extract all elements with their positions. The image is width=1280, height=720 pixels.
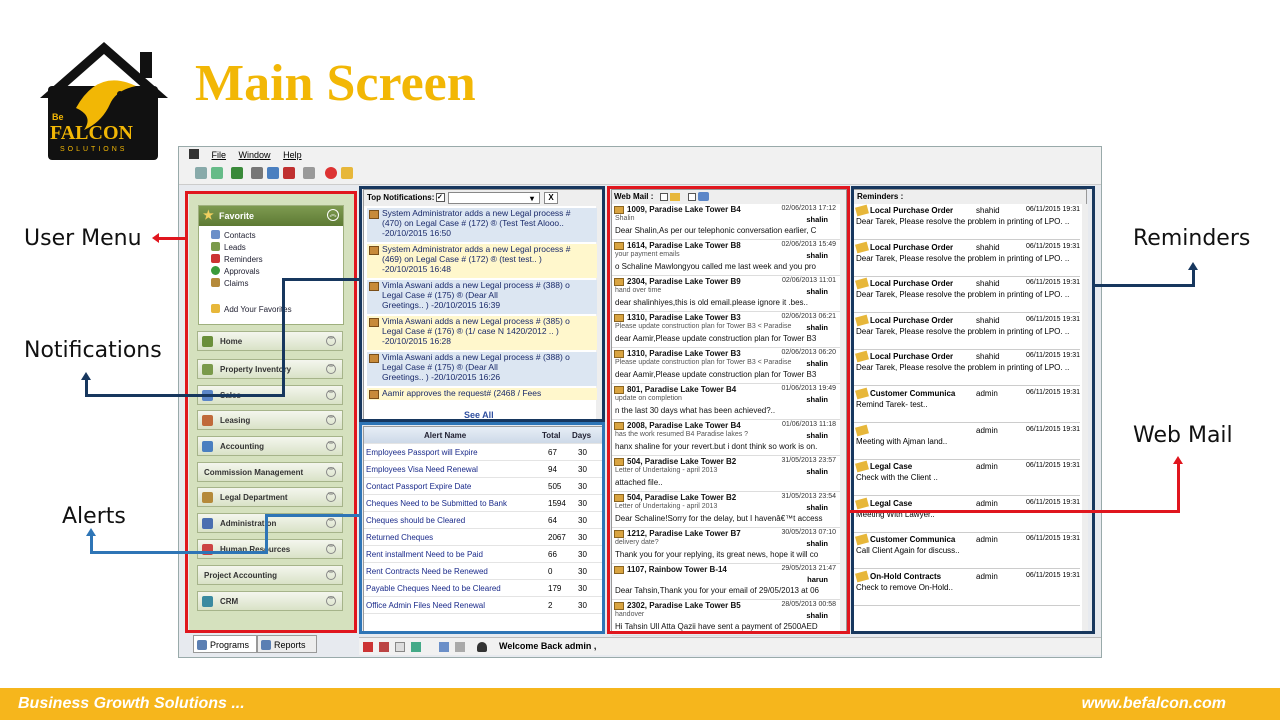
callout-alerts: Alerts <box>62 504 126 529</box>
print-icon[interactable] <box>303 167 315 179</box>
alerts-connector-v <box>265 514 268 554</box>
cut-icon[interactable] <box>251 167 263 179</box>
notif-connector-up <box>85 378 88 397</box>
notif-connector-h1 <box>282 278 362 281</box>
tab-programs[interactable]: Programs <box>193 635 257 653</box>
copy-icon[interactable] <box>195 167 207 179</box>
logo-tag: SOLUTIONS <box>60 146 128 153</box>
back-icon[interactable] <box>231 167 243 179</box>
arrow-up-icon <box>86 528 96 536</box>
calendar-icon[interactable] <box>379 642 389 652</box>
calculator-icon[interactable] <box>455 642 465 652</box>
stop-icon[interactable] <box>325 167 337 179</box>
menubar: File Window Help <box>179 147 1101 163</box>
reminders-highlight <box>851 186 1095 634</box>
user-menu-highlight <box>185 191 357 633</box>
arrow-left-icon <box>152 233 159 243</box>
user-icon[interactable] <box>477 642 487 652</box>
alerts-connector-h2 <box>90 551 268 554</box>
reports-icon <box>261 640 271 650</box>
arrow-up-icon <box>1188 262 1198 270</box>
menu-window[interactable]: Window <box>239 147 271 163</box>
refresh-icon[interactable] <box>363 642 373 652</box>
user-menu-connector <box>157 237 185 240</box>
mail-icon[interactable] <box>395 642 405 652</box>
menu-help[interactable]: Help <box>283 147 302 163</box>
befalcon-logo: Be FALCON SOLUTIONS <box>36 38 172 164</box>
app-icon <box>189 149 199 159</box>
tab-reports[interactable]: Reports <box>257 635 317 653</box>
alerts-connector-up <box>90 534 93 554</box>
logo-name: FALCON <box>50 122 133 144</box>
tab-label: Programs <box>210 640 250 650</box>
alerts-highlight <box>359 422 605 634</box>
delete-icon[interactable] <box>283 167 295 179</box>
callout-notifications: Notifications <box>24 338 162 363</box>
reminders-connector-h <box>1095 284 1195 287</box>
arrow-up-icon <box>1173 456 1183 464</box>
mail-connector-v <box>1177 462 1180 513</box>
notif-connector-v <box>282 278 285 396</box>
notifications-highlight <box>359 186 605 422</box>
menu-file[interactable]: File <box>212 147 227 163</box>
alerts-connector-h1 <box>265 514 362 517</box>
programs-icon <box>197 640 207 650</box>
sidebar-tabs: Programs Reports <box>187 635 357 653</box>
footer-bar: Business Growth Solutions ... www.befalc… <box>0 688 1280 720</box>
toolbar <box>179 163 1101 185</box>
slide-title: Main Screen <box>195 55 476 112</box>
tab-label: Reports <box>274 640 306 650</box>
notes-icon[interactable] <box>411 642 421 652</box>
exit-icon[interactable] <box>341 167 353 179</box>
document-icon[interactable] <box>439 642 449 652</box>
mail-connector-h <box>850 510 1180 513</box>
save-icon[interactable] <box>211 167 223 179</box>
footer-website[interactable]: www.befalcon.com <box>1082 695 1226 713</box>
web-mail-highlight <box>607 186 850 634</box>
welcome-message: Welcome Back admin , <box>499 641 597 651</box>
reminders-connector-v <box>1192 268 1195 287</box>
notif-connector-h2 <box>85 394 285 397</box>
filter-icon[interactable] <box>267 167 279 179</box>
callout-reminders: Reminders <box>1133 226 1251 251</box>
callout-user-menu: User Menu <box>24 226 142 251</box>
callout-web-mail: Web Mail <box>1133 423 1233 448</box>
logo-be: Be <box>52 112 64 122</box>
status-bar: Welcome Back admin , <box>359 637 1101 655</box>
arrow-up-icon <box>81 372 91 380</box>
footer-tagline: Business Growth Solutions ... <box>18 695 245 712</box>
